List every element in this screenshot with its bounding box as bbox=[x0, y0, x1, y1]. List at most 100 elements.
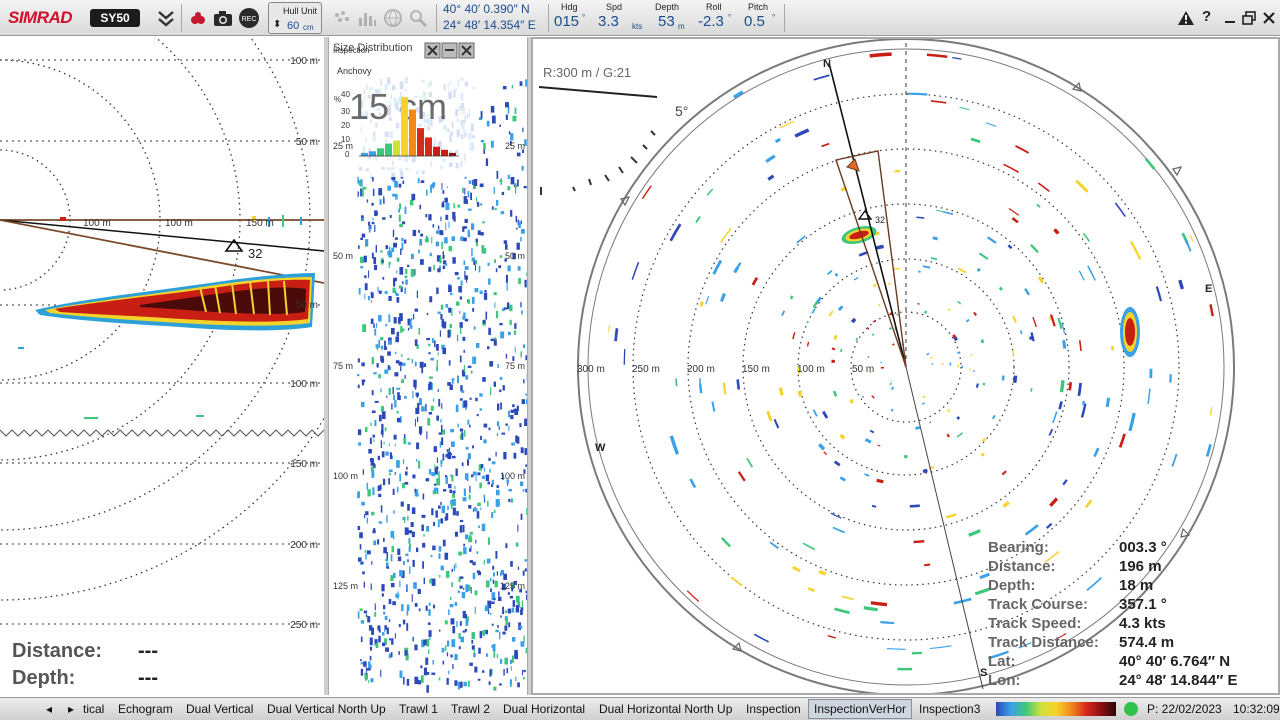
help-icon[interactable]: ? bbox=[1202, 8, 1211, 25]
echo-sample bbox=[458, 646, 461, 650]
echo-arc bbox=[1068, 382, 1073, 391]
echo-sample bbox=[397, 556, 402, 562]
tab-dual-horizontal[interactable]: Dual Horizontal bbox=[503, 702, 585, 716]
echo-sample bbox=[370, 318, 374, 324]
echo-sample bbox=[432, 660, 435, 665]
echo-arc bbox=[1029, 336, 1033, 340]
echo-arc bbox=[1032, 316, 1037, 328]
tab-vertical[interactable]: tical bbox=[83, 702, 104, 716]
echo-sample bbox=[383, 441, 385, 445]
close-icon[interactable] bbox=[1257, 6, 1280, 30]
echo-arc bbox=[806, 320, 809, 324]
fish-school-icon[interactable] bbox=[332, 8, 352, 28]
tab-trawl-1[interactable]: Trawl 1 bbox=[399, 702, 438, 716]
echo-sample bbox=[498, 596, 502, 601]
tab-dual-horizontal-north-up[interactable]: Dual Horizontal North Up bbox=[599, 702, 732, 716]
echo-sample bbox=[451, 568, 453, 572]
y-axis-tick: 30 bbox=[341, 107, 350, 116]
echo-sample bbox=[451, 308, 453, 316]
warning-icon[interactable] bbox=[1174, 6, 1198, 30]
collapse-chevrons-icon[interactable] bbox=[154, 6, 178, 30]
echo-sample bbox=[494, 259, 496, 263]
polar-sonar-view[interactable]: 32 N E S W 300 m 250 m 200 m 150 m 100 m… bbox=[533, 39, 1278, 693]
echo-sample bbox=[402, 180, 405, 184]
echo-sample bbox=[505, 114, 508, 120]
echo-sample bbox=[406, 466, 408, 470]
vertical-slice-panel[interactable]: 32 100 m 50 m 50 m 100 m 150 m 200 m 250… bbox=[0, 37, 324, 695]
echo-sample bbox=[357, 191, 359, 197]
echo-sample bbox=[473, 179, 478, 186]
zoom-icon[interactable] bbox=[408, 8, 428, 28]
echo-sample bbox=[373, 540, 377, 546]
echo-arc bbox=[922, 468, 928, 474]
scroll-right-icon[interactable]: ▸ bbox=[68, 702, 74, 716]
echo-sample bbox=[418, 229, 420, 233]
range-label: 250 m bbox=[290, 620, 318, 631]
echo-arc bbox=[794, 128, 810, 138]
fish-icon[interactable] bbox=[186, 6, 210, 30]
echo-sample bbox=[503, 669, 505, 676]
echo-sample bbox=[458, 286, 462, 293]
echo-sample bbox=[431, 236, 433, 244]
echo-sample bbox=[455, 404, 459, 412]
camera-icon[interactable] bbox=[211, 6, 235, 30]
echo-arc bbox=[958, 267, 967, 274]
echo-sample bbox=[436, 487, 439, 495]
overlay-collapse-button[interactable] bbox=[441, 42, 458, 59]
target-marker[interactable] bbox=[857, 209, 873, 220]
echo-sample bbox=[459, 327, 462, 334]
tab-dual-vertical-north-up[interactable]: Dual Vertical North Up bbox=[267, 702, 386, 716]
globe-icon[interactable] bbox=[383, 8, 403, 28]
echo-sample bbox=[370, 422, 372, 427]
horizontal-sonar-panel[interactable]: 32 N E S W 300 m 250 m 200 m 150 m 100 m… bbox=[531, 37, 1280, 695]
echo-sample bbox=[414, 269, 416, 276]
position-lon: 24° 48′ 14.354″ E bbox=[443, 18, 536, 32]
echo-sample bbox=[463, 196, 467, 204]
date-label: P: 22/02/2023 bbox=[1147, 702, 1222, 716]
tab-inspection-ver-hor[interactable]: InspectionVerHor bbox=[808, 699, 913, 719]
echo-sample bbox=[378, 290, 382, 294]
echo-sample bbox=[504, 610, 507, 613]
echo-arc bbox=[669, 435, 680, 455]
echo-sample bbox=[402, 459, 405, 464]
scroll-left-icon[interactable]: ◂ bbox=[46, 702, 52, 716]
echo-sample bbox=[438, 575, 441, 578]
echo-sample bbox=[414, 488, 417, 493]
echogram-panel[interactable]: Size Distribution Inspection Anchovy 15 … bbox=[328, 37, 528, 695]
echo-sample bbox=[393, 394, 395, 400]
echo-arc bbox=[930, 356, 933, 359]
echo-sample bbox=[392, 601, 396, 606]
echo-sample bbox=[457, 590, 460, 594]
echo-sample bbox=[511, 498, 514, 503]
echo-sample bbox=[445, 570, 450, 578]
histogram-icon[interactable] bbox=[357, 8, 377, 28]
echo-sample bbox=[403, 516, 406, 523]
vertical-slice-view[interactable]: 32 100 m 50 m 50 m 100 m 150 m 200 m 250… bbox=[0, 37, 324, 695]
overlay-close-all-button[interactable] bbox=[458, 42, 475, 59]
echo-sample bbox=[363, 610, 368, 614]
record-icon[interactable]: REC bbox=[237, 6, 261, 30]
tab-inspection[interactable]: Inspection bbox=[746, 702, 801, 716]
tab-trawl-2[interactable]: Trawl 2 bbox=[451, 702, 490, 716]
depth-label-right: 50 m bbox=[505, 251, 525, 261]
echo-sample bbox=[394, 472, 396, 475]
tab-echogram[interactable]: Echogram bbox=[118, 702, 173, 716]
pitch-unit: ° bbox=[772, 13, 776, 22]
overlay-close-button[interactable] bbox=[424, 42, 441, 59]
echo-sample bbox=[448, 670, 450, 675]
echo-sample bbox=[429, 579, 433, 584]
hull-unit-button[interactable]: Hull Unit ⬍ 60 cm bbox=[268, 2, 322, 34]
echo-sample bbox=[357, 611, 360, 619]
echo-sample bbox=[441, 241, 443, 250]
echo-sample bbox=[444, 620, 448, 625]
tab-dual-vertical[interactable]: Dual Vertical bbox=[186, 702, 253, 716]
track-speed-label: Track Speed: bbox=[988, 615, 1082, 632]
size-distribution-overlay[interactable]: Size Distribution Inspection Anchovy 15 … bbox=[329, 37, 479, 177]
echo-sample bbox=[468, 535, 472, 542]
echo-sample bbox=[459, 621, 462, 626]
tab-inspection-3[interactable]: Inspection3 bbox=[919, 702, 980, 716]
echo-sample bbox=[375, 642, 379, 648]
echogram-view[interactable]: Size Distribution Inspection Anchovy 15 … bbox=[329, 37, 528, 695]
echo-sample bbox=[507, 174, 510, 180]
echo-sample bbox=[414, 603, 418, 607]
